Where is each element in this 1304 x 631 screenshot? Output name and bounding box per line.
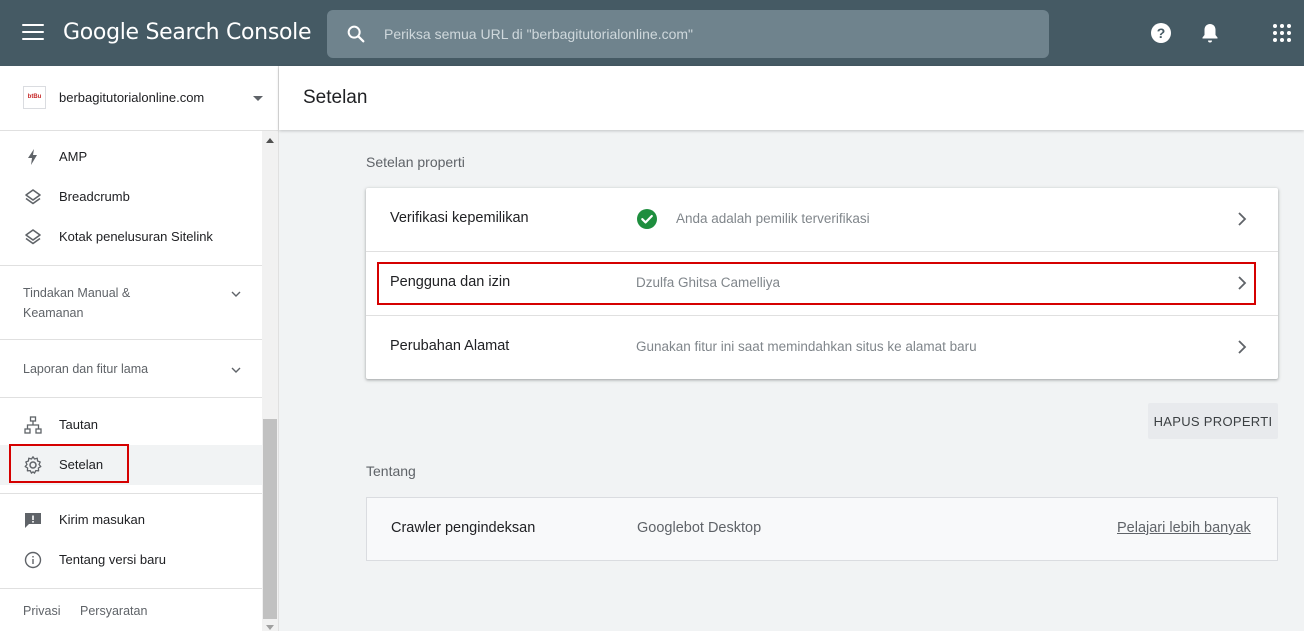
crawler-value: Googlebot Desktop xyxy=(637,520,762,536)
sidebar-item-label: Kirim masukan xyxy=(59,512,145,527)
learn-more-link[interactable]: Pelajari lebih banyak xyxy=(1117,520,1251,536)
sidebar-divider xyxy=(0,339,262,340)
sidebar-divider xyxy=(0,265,262,266)
page-header: Setelan xyxy=(279,66,1304,130)
search-icon[interactable] xyxy=(345,23,367,45)
sidebar-item-links[interactable]: Tautan xyxy=(0,405,262,445)
sidebar-item-sitelink-searchbox[interactable]: Kotak penelusuran Sitelink xyxy=(0,217,262,257)
top-app-bar: Google Search Console ? xyxy=(0,0,1304,66)
bolt-icon xyxy=(28,149,37,165)
apps-grid-icon[interactable] xyxy=(1270,21,1294,45)
scroll-up-arrow-icon[interactable] xyxy=(266,138,274,143)
check-circle-icon xyxy=(637,209,657,229)
sidebar: btBu berbagitutorialonline.com AMP Bread… xyxy=(0,66,279,631)
scroll-down-arrow-icon[interactable] xyxy=(266,625,274,630)
sidebar-item-about-new-version[interactable]: Tentang versi baru xyxy=(0,540,262,580)
feedback-icon xyxy=(25,513,41,528)
delete-property-button[interactable]: HAPUS PROPERTI xyxy=(1148,403,1278,439)
menu-icon[interactable] xyxy=(22,24,44,42)
section-label: Laporan dan fitur lama xyxy=(23,362,149,376)
sidebar-item-breadcrumb[interactable]: Breadcrumb xyxy=(0,177,262,217)
highlight-box-users-permissions xyxy=(377,262,1256,305)
property-settings-heading: Setelan properti xyxy=(366,154,465,170)
links-tree-icon xyxy=(24,416,42,434)
dropdown-caret-icon xyxy=(253,96,263,101)
info-icon xyxy=(24,551,42,569)
property-name: berbagitutorialonline.com xyxy=(59,90,205,105)
url-inspection-search[interactable] xyxy=(327,10,1049,58)
page-title: Setelan xyxy=(303,87,368,108)
privacy-link[interactable]: Privasi xyxy=(23,604,61,618)
crawler-label: Crawler pengindeksan xyxy=(391,520,536,536)
bell-icon[interactable] xyxy=(1198,21,1222,45)
terms-link[interactable]: Persyaratan xyxy=(80,604,147,618)
sidebar-nav: AMP Breadcrumb Kotak penelusuran Sitelin… xyxy=(0,131,262,631)
help-icon[interactable]: ? xyxy=(1149,21,1173,45)
row-value: Gunakan fitur ini saat memindahkan situs… xyxy=(636,339,977,354)
sidebar-item-label: Tentang versi baru xyxy=(59,552,166,567)
row-change-of-address[interactable]: Perubahan Alamat Gunakan fitur ini saat … xyxy=(366,316,1278,380)
scroll-thumb[interactable] xyxy=(263,419,277,619)
sidebar-item-label: AMP xyxy=(59,149,88,164)
app-title[interactable]: Google Search Console xyxy=(63,20,311,45)
property-favicon: btBu xyxy=(23,86,46,109)
section-manual-actions[interactable]: Tindakan Manual & Keamanan xyxy=(0,283,262,327)
search-input[interactable] xyxy=(384,22,1024,46)
section-legacy-reports[interactable]: Laporan dan fitur lama xyxy=(0,359,262,383)
about-card: Crawler pengindeksan Googlebot Desktop P… xyxy=(366,497,1278,561)
row-ownership-verification[interactable]: Verifikasi kepemilikan Anda adalah pemil… xyxy=(366,188,1278,252)
svg-text:?: ? xyxy=(1157,25,1166,41)
highlight-box-settings xyxy=(9,444,129,483)
row-value: Anda adalah pemilik terverifikasi xyxy=(676,211,870,226)
sidebar-divider xyxy=(0,493,262,494)
sidebar-item-feedback[interactable]: Kirim masukan xyxy=(0,500,262,540)
sidebar-divider xyxy=(0,588,262,589)
sidebar-scrollbar[interactable] xyxy=(262,131,278,631)
layers-icon xyxy=(25,189,41,205)
about-heading: Tentang xyxy=(366,463,416,479)
property-selector[interactable]: btBu berbagitutorialonline.com xyxy=(0,66,278,131)
chevron-right-icon xyxy=(1238,340,1247,354)
sidebar-item-label: Kotak penelusuran Sitelink xyxy=(59,229,213,244)
chevron-down-icon xyxy=(231,367,241,373)
sidebar-item-label: Breadcrumb xyxy=(59,189,130,204)
layers-icon xyxy=(25,229,41,245)
sidebar-item-amp[interactable]: AMP xyxy=(0,137,262,177)
row-label: Perubahan Alamat xyxy=(390,338,510,354)
chevron-right-icon xyxy=(1238,212,1247,226)
section-label: Tindakan Manual & Keamanan xyxy=(23,286,131,320)
row-label: Verifikasi kepemilikan xyxy=(390,210,529,226)
chevron-down-icon xyxy=(231,291,241,297)
sidebar-item-label: Tautan xyxy=(59,417,99,432)
sidebar-divider xyxy=(0,397,262,398)
